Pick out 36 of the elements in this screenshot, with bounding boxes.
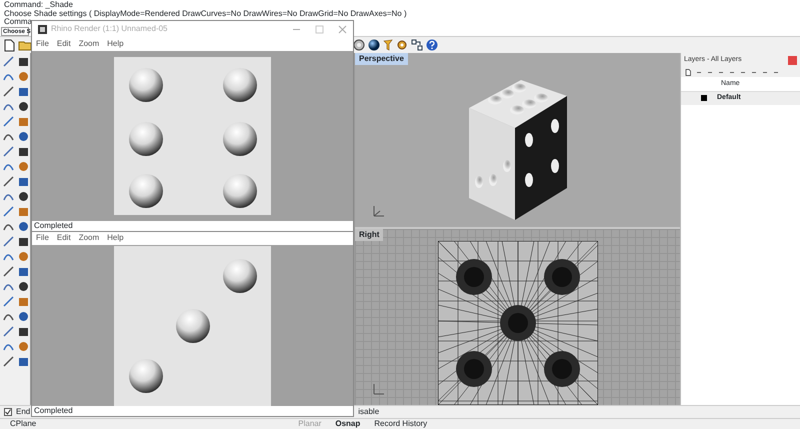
- new-file-icon[interactable]: [3, 38, 15, 52]
- osnap-label: End: [16, 406, 30, 418]
- status-text: Completed: [32, 221, 353, 231]
- menu-item[interactable]: File: [36, 232, 49, 244]
- osnap-label: isable: [358, 406, 380, 418]
- status-pane[interactable]: Record History: [374, 418, 428, 429]
- close-button[interactable]: [788, 56, 797, 65]
- command-history-line: Comma: [4, 17, 32, 26]
- sphere-shaded-icon[interactable]: [353, 39, 365, 51]
- viewport-tab[interactable]: Perspective: [355, 53, 408, 65]
- command-history-line: Choose Shade settings ( DisplayMode=Rendered DrawCurves=No DrawWires=No DrawGrid=No DrawAxes=No ): [4, 8, 407, 18]
- menu-item[interactable]: Edit: [56, 38, 71, 50]
- status-text: Completed: [32, 406, 353, 416]
- checkbox[interactable]: [4, 408, 12, 416]
- window-title: Rhino Render (1:1) Unnamed-05: [51, 23, 168, 35]
- menu-item[interactable]: Help: [107, 232, 124, 244]
- axes-icon: [371, 203, 387, 219]
- folder-icon[interactable]: [18, 39, 32, 51]
- layer-color-swatch[interactable]: [701, 95, 707, 102]
- viewport-canvas[interactable]: Right: [355, 229, 680, 405]
- viewport-canvas[interactable]: Perspective: [355, 53, 680, 227]
- menu-item[interactable]: Zoom: [78, 38, 100, 50]
- sphere-rendered-icon[interactable]: [368, 39, 380, 51]
- status-pane[interactable]: Osnap: [335, 418, 360, 429]
- new-layer-icon[interactable]: [685, 68, 691, 76]
- app-icon: [38, 24, 47, 34]
- menu-item[interactable]: Help: [107, 38, 124, 50]
- axes-icon: [371, 381, 387, 397]
- menu-item[interactable]: Zoom: [78, 232, 100, 244]
- menu-item[interactable]: File: [36, 38, 49, 50]
- status-pane[interactable]: CPlane: [10, 418, 36, 429]
- viewport-layout-icon[interactable]: [411, 39, 423, 51]
- menu-item[interactable]: Edit: [56, 232, 71, 244]
- viewport-tab[interactable]: Right: [355, 229, 384, 241]
- command-history-line: Command: _Shade: [4, 0, 73, 9]
- funnel-icon[interactable]: [383, 39, 393, 51]
